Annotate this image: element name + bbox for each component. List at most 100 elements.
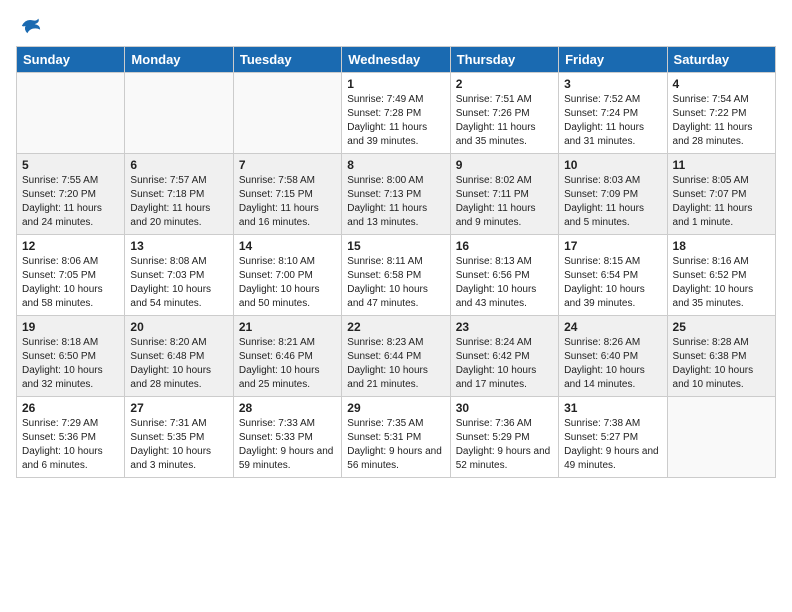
day-number: 31 bbox=[564, 401, 661, 415]
day-number: 28 bbox=[239, 401, 336, 415]
day-header-friday: Friday bbox=[559, 47, 667, 73]
day-number: 23 bbox=[456, 320, 553, 334]
calendar-week-row: 26 Sunrise: 7:29 AM Sunset: 5:36 PM Dayli… bbox=[17, 397, 776, 478]
calendar-day-10: 10 Sunrise: 8:03 AM Sunset: 7:09 PM Dayli… bbox=[559, 154, 667, 235]
day-info: Sunrise: 8:10 AM Sunset: 7:00 PM Dayligh… bbox=[239, 255, 336, 311]
day-number: 3 bbox=[564, 77, 661, 91]
day-number: 25 bbox=[673, 320, 770, 334]
calendar-day-17: 17Sunrise: 8:15 AM Sunset: 6:54 PM Dayli… bbox=[559, 235, 667, 316]
calendar-day-21: 21Sunrise: 8:21 AM Sunset: 6:46 PM Dayli… bbox=[233, 316, 341, 397]
day-info: Sunrise: 8:02 AM Sunset: 7:11 PM Dayligh… bbox=[456, 174, 553, 230]
calendar-day-11: 11 Sunrise: 8:05 AM Sunset: 7:07 PM Dayli… bbox=[667, 154, 775, 235]
day-number: 15 bbox=[347, 239, 444, 253]
day-header-wednesday: Wednesday bbox=[342, 47, 450, 73]
calendar-day-15: 15 Sunrise: 8:11 AM Sunset: 6:58 PM Dayli… bbox=[342, 235, 450, 316]
calendar-day-8: 8 Sunrise: 8:00 AM Sunset: 7:13 PM Daylig… bbox=[342, 154, 450, 235]
day-info: Sunrise: 8:26 AM Sunset: 6:40 PM Dayligh… bbox=[564, 336, 661, 392]
day-header-tuesday: Tuesday bbox=[233, 47, 341, 73]
day-number: 12 bbox=[22, 239, 119, 253]
calendar-day-31: 31 Sunrise: 7:38 AM Sunset: 5:27 PM Dayli… bbox=[559, 397, 667, 478]
calendar-week-row: 1Sunrise: 7:49 AM Sunset: 7:28 PM Daylig… bbox=[17, 73, 776, 154]
calendar-day-1: 1Sunrise: 7:49 AM Sunset: 7:28 PM Daylig… bbox=[342, 73, 450, 154]
day-number: 27 bbox=[130, 401, 227, 415]
calendar-day-24: 24 Sunrise: 8:26 AM Sunset: 6:40 PM Dayli… bbox=[559, 316, 667, 397]
logo-bird-icon bbox=[20, 16, 42, 34]
calendar-day-26: 26 Sunrise: 7:29 AM Sunset: 5:36 PM Dayli… bbox=[17, 397, 125, 478]
day-info: Sunrise: 8:18 AM Sunset: 6:50 PM Dayligh… bbox=[22, 336, 119, 392]
day-number: 9 bbox=[456, 158, 553, 172]
day-info: Sunrise: 8:11 AM Sunset: 6:58 PM Dayligh… bbox=[347, 255, 444, 311]
calendar-week-row: 12 Sunrise: 8:06 AM Sunset: 7:05 PM Dayli… bbox=[17, 235, 776, 316]
calendar-day-4: 4Sunrise: 7:54 AM Sunset: 7:22 PM Daylig… bbox=[667, 73, 775, 154]
day-header-thursday: Thursday bbox=[450, 47, 558, 73]
calendar-day-7: 7 Sunrise: 7:58 AM Sunset: 7:15 PM Daylig… bbox=[233, 154, 341, 235]
day-number: 18 bbox=[673, 239, 770, 253]
calendar-day-14: 14 Sunrise: 8:10 AM Sunset: 7:00 PM Dayli… bbox=[233, 235, 341, 316]
day-number: 22 bbox=[347, 320, 444, 334]
calendar-day-28: 28 Sunrise: 7:33 AM Sunset: 5:33 PM Dayli… bbox=[233, 397, 341, 478]
calendar-day-25: 25 Sunrise: 8:28 AM Sunset: 6:38 PM Dayli… bbox=[667, 316, 775, 397]
day-number: 8 bbox=[347, 158, 444, 172]
calendar-empty-cell bbox=[125, 73, 233, 154]
calendar-day-2: 2Sunrise: 7:51 AM Sunset: 7:26 PM Daylig… bbox=[450, 73, 558, 154]
day-number: 30 bbox=[456, 401, 553, 415]
day-number: 26 bbox=[22, 401, 119, 415]
day-info: Sunrise: 8:05 AM Sunset: 7:07 PM Dayligh… bbox=[673, 174, 770, 230]
day-info: Sunrise: 7:58 AM Sunset: 7:15 PM Dayligh… bbox=[239, 174, 336, 230]
day-header-saturday: Saturday bbox=[667, 47, 775, 73]
day-info: Sunrise: 7:57 AM Sunset: 7:18 PM Dayligh… bbox=[130, 174, 227, 230]
calendar-day-9: 9 Sunrise: 8:02 AM Sunset: 7:11 PM Daylig… bbox=[450, 154, 558, 235]
calendar-week-row: 5Sunrise: 7:55 AM Sunset: 7:20 PM Daylig… bbox=[17, 154, 776, 235]
day-info: Sunrise: 8:03 AM Sunset: 7:09 PM Dayligh… bbox=[564, 174, 661, 230]
day-number: 13 bbox=[130, 239, 227, 253]
day-number: 19 bbox=[22, 320, 119, 334]
day-number: 29 bbox=[347, 401, 444, 415]
day-number: 21 bbox=[239, 320, 336, 334]
day-info: Sunrise: 7:29 AM Sunset: 5:36 PM Dayligh… bbox=[22, 417, 119, 473]
day-info: Sunrise: 7:33 AM Sunset: 5:33 PM Dayligh… bbox=[239, 417, 336, 473]
day-info: Sunrise: 7:52 AM Sunset: 7:24 PM Dayligh… bbox=[564, 93, 661, 149]
calendar-day-30: 30Sunrise: 7:36 AM Sunset: 5:29 PM Dayli… bbox=[450, 397, 558, 478]
calendar-day-6: 6 Sunrise: 7:57 AM Sunset: 7:18 PM Daylig… bbox=[125, 154, 233, 235]
calendar-day-18: 18 Sunrise: 8:16 AM Sunset: 6:52 PM Dayli… bbox=[667, 235, 775, 316]
day-info: Sunrise: 8:00 AM Sunset: 7:13 PM Dayligh… bbox=[347, 174, 444, 230]
calendar-day-5: 5Sunrise: 7:55 AM Sunset: 7:20 PM Daylig… bbox=[17, 154, 125, 235]
day-info: Sunrise: 7:38 AM Sunset: 5:27 PM Dayligh… bbox=[564, 417, 661, 473]
day-number: 20 bbox=[130, 320, 227, 334]
day-info: Sunrise: 8:28 AM Sunset: 6:38 PM Dayligh… bbox=[673, 336, 770, 392]
day-header-monday: Monday bbox=[125, 47, 233, 73]
day-info: Sunrise: 8:06 AM Sunset: 7:05 PM Dayligh… bbox=[22, 255, 119, 311]
calendar-day-19: 19 Sunrise: 8:18 AM Sunset: 6:50 PM Dayli… bbox=[17, 316, 125, 397]
day-info: Sunrise: 8:20 AM Sunset: 6:48 PM Dayligh… bbox=[130, 336, 227, 392]
logo bbox=[16, 16, 44, 34]
calendar-empty-cell bbox=[233, 73, 341, 154]
day-number: 16 bbox=[456, 239, 553, 253]
calendar-table: SundayMondayTuesdayWednesdayThursdayFrid… bbox=[16, 46, 776, 478]
day-info: Sunrise: 8:13 AM Sunset: 6:56 PM Dayligh… bbox=[456, 255, 553, 311]
day-number: 4 bbox=[673, 77, 770, 91]
day-info: Sunrise: 8:15 AM Sunset: 6:54 PM Dayligh… bbox=[564, 255, 661, 311]
day-info: Sunrise: 7:49 AM Sunset: 7:28 PM Dayligh… bbox=[347, 93, 444, 149]
day-number: 5 bbox=[22, 158, 119, 172]
calendar-day-20: 20 Sunrise: 8:20 AM Sunset: 6:48 PM Dayli… bbox=[125, 316, 233, 397]
page-header bbox=[16, 16, 776, 34]
day-info: Sunrise: 7:31 AM Sunset: 5:35 PM Dayligh… bbox=[130, 417, 227, 473]
day-number: 7 bbox=[239, 158, 336, 172]
day-number: 6 bbox=[130, 158, 227, 172]
day-info: Sunrise: 8:16 AM Sunset: 6:52 PM Dayligh… bbox=[673, 255, 770, 311]
calendar-empty-cell bbox=[17, 73, 125, 154]
calendar-week-row: 19 Sunrise: 8:18 AM Sunset: 6:50 PM Dayli… bbox=[17, 316, 776, 397]
day-number: 14 bbox=[239, 239, 336, 253]
calendar-day-29: 29 Sunrise: 7:35 AM Sunset: 5:31 PM Dayli… bbox=[342, 397, 450, 478]
day-number: 11 bbox=[673, 158, 770, 172]
day-header-sunday: Sunday bbox=[17, 47, 125, 73]
day-number: 24 bbox=[564, 320, 661, 334]
day-number: 10 bbox=[564, 158, 661, 172]
day-info: Sunrise: 7:51 AM Sunset: 7:26 PM Dayligh… bbox=[456, 93, 553, 149]
calendar-empty-cell bbox=[667, 397, 775, 478]
calendar-day-22: 22Sunrise: 8:23 AM Sunset: 6:44 PM Dayli… bbox=[342, 316, 450, 397]
calendar-day-12: 12 Sunrise: 8:06 AM Sunset: 7:05 PM Dayli… bbox=[17, 235, 125, 316]
day-info: Sunrise: 7:35 AM Sunset: 5:31 PM Dayligh… bbox=[347, 417, 444, 473]
day-info: Sunrise: 8:08 AM Sunset: 7:03 PM Dayligh… bbox=[130, 255, 227, 311]
calendar-day-16: 16 Sunrise: 8:13 AM Sunset: 6:56 PM Dayli… bbox=[450, 235, 558, 316]
